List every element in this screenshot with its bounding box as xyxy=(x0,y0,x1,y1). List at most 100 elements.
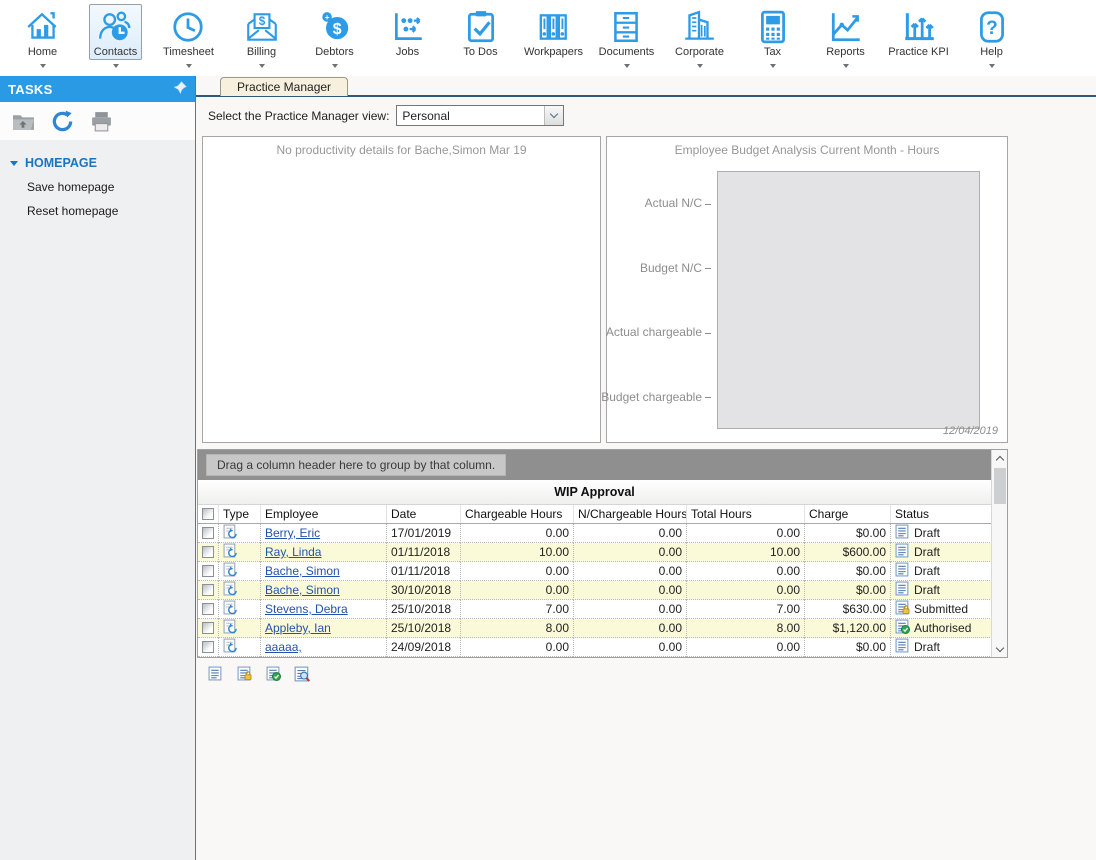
column-header-employee[interactable]: Employee xyxy=(260,505,386,523)
column-header-date[interactable]: Date xyxy=(386,505,460,523)
toolbar-item-tax[interactable]: Tax xyxy=(736,0,809,68)
view-select[interactable]: Personal xyxy=(396,105,564,126)
print-icon[interactable] xyxy=(90,111,113,132)
submitted-icon xyxy=(895,600,910,618)
tab-practice-manager[interactable]: Practice Manager xyxy=(220,77,348,96)
date-cell: 17/01/2019 xyxy=(386,524,460,543)
row-checkbox[interactable] xyxy=(202,603,214,615)
wip-type-icon xyxy=(223,600,238,618)
folder-icon[interactable] xyxy=(12,112,35,131)
employee-link[interactable]: Stevens, Debra xyxy=(265,602,348,616)
collapse-triangle-icon xyxy=(10,161,18,166)
row-checkbox[interactable] xyxy=(202,527,214,539)
toolbar-item-corporate[interactable]: Corporate xyxy=(663,0,736,68)
row-checkbox[interactable] xyxy=(202,584,214,596)
table-row[interactable]: Berry, Eric17/01/20190.000.000.00$0.00Dr… xyxy=(198,524,991,543)
column-header-chargeable-hours[interactable]: Chargeable Hours xyxy=(460,505,573,523)
sidebar-item-save-homepage[interactable]: Save homepage xyxy=(0,170,195,194)
row-checkbox[interactable] xyxy=(202,565,214,577)
toolbar-item-contacts[interactable]: Contacts xyxy=(79,0,152,68)
column-header-total-hours[interactable]: Total Hours xyxy=(686,505,804,523)
toolbar-item-billing[interactable]: $Billing xyxy=(225,0,298,68)
toolbar-item-to-dos[interactable]: To Dos xyxy=(444,0,517,60)
column-header-type[interactable]: Type xyxy=(218,505,260,523)
chevron-down-icon[interactable] xyxy=(332,64,338,68)
draft-action-button[interactable] xyxy=(205,665,225,685)
table-row[interactable]: Ray, Linda01/11/201810.000.0010.00$600.0… xyxy=(198,543,991,562)
practice-kpi-icon xyxy=(901,8,937,45)
n-chargeable-hours-cell: 0.00 xyxy=(573,638,686,657)
column-header-status[interactable]: Status xyxy=(890,505,990,523)
row-checkbox[interactable] xyxy=(202,622,214,634)
submitted-action-button[interactable] xyxy=(234,665,254,685)
chart-category-label: Budget chargeable xyxy=(601,390,711,404)
table-row[interactable]: Appleby, Ian25/10/20188.000.008.00$1,120… xyxy=(198,619,991,638)
chevron-down-icon[interactable] xyxy=(989,64,995,68)
sidebar-section-homepage[interactable]: HOMEPAGE xyxy=(0,156,195,170)
svg-text:?: ? xyxy=(986,17,998,38)
chevron-down-icon[interactable] xyxy=(843,64,849,68)
row-checkbox[interactable] xyxy=(202,641,214,653)
toolbar-item-documents[interactable]: Documents xyxy=(590,0,663,68)
review-action-button[interactable] xyxy=(292,665,312,685)
authorised-icon xyxy=(895,619,910,637)
column-header-charge[interactable]: Charge xyxy=(804,505,890,523)
chevron-down-icon xyxy=(995,643,1003,651)
employee-link[interactable]: Ray, Linda xyxy=(265,545,321,559)
chevron-down-icon[interactable] xyxy=(113,64,119,68)
type-cell xyxy=(218,619,260,638)
chevron-down-icon[interactable] xyxy=(697,64,703,68)
toolbar-item-label: Documents xyxy=(599,46,655,58)
toolbar-item-home[interactable]: Home xyxy=(6,0,79,68)
pin-icon[interactable] xyxy=(174,81,187,97)
toolbar-item-workpapers[interactable]: Workpapers xyxy=(517,0,590,60)
employee-link[interactable]: aaaaa, xyxy=(265,640,302,654)
type-cell xyxy=(218,562,260,581)
tab-strip: Practice Manager xyxy=(196,76,1096,97)
select-all-checkbox[interactable] xyxy=(202,508,214,520)
chevron-down-icon[interactable] xyxy=(40,64,46,68)
table-row[interactable]: Stevens, Debra25/10/20187.000.007.00$630… xyxy=(198,600,991,619)
sidebar-item-reset-homepage[interactable]: Reset homepage xyxy=(0,194,195,218)
content: TASKS HOMEPAGE Save homepage Reset homep… xyxy=(0,76,1096,860)
n-chargeable-hours-cell: 0.00 xyxy=(573,524,686,543)
wip-approval-table: Drag a column header here to group by th… xyxy=(197,449,1008,658)
toolbar-item-timesheet[interactable]: Timesheet xyxy=(152,0,225,68)
chevron-down-icon[interactable] xyxy=(770,64,776,68)
employee-link[interactable]: Berry, Eric xyxy=(265,526,320,540)
toolbar-item-jobs[interactable]: Jobs xyxy=(371,0,444,60)
toolbar-item-label: Practice KPI xyxy=(888,46,949,58)
wip-action-bar xyxy=(205,665,1096,685)
scroll-up-button[interactable] xyxy=(992,450,1008,466)
table-row[interactable]: Bache, Simon01/11/20180.000.000.00$0.00D… xyxy=(198,562,991,581)
employee-link[interactable]: Bache, Simon xyxy=(265,564,340,578)
total-hours-cell: 10.00 xyxy=(686,543,804,562)
n-chargeable-hours-cell: 0.00 xyxy=(573,543,686,562)
toolbar-item-debtors[interactable]: $+Debtors xyxy=(298,0,371,68)
chevron-down-icon[interactable] xyxy=(624,64,630,68)
row-checkbox[interactable] xyxy=(202,546,214,558)
chevron-down-icon[interactable] xyxy=(259,64,265,68)
scrollbar-thumb[interactable] xyxy=(994,468,1006,504)
budget-analysis-panel: Employee Budget Analysis Current Month -… xyxy=(606,136,1008,443)
column-header-n-chargeable-hours[interactable]: N/Chargeable Hours xyxy=(573,505,686,523)
employee-cell: Ray, Linda xyxy=(260,543,386,562)
employee-link[interactable]: Bache, Simon xyxy=(265,583,340,597)
scroll-down-button[interactable] xyxy=(992,641,1008,657)
todos-icon xyxy=(463,8,499,45)
view-select-button[interactable] xyxy=(544,106,563,125)
refresh-icon[interactable] xyxy=(51,110,74,133)
table-row[interactable]: Bache, Simon30/10/20180.000.000.00$0.00D… xyxy=(198,581,991,600)
chevron-down-icon[interactable] xyxy=(186,64,192,68)
employee-link[interactable]: Appleby, Ian xyxy=(265,621,331,635)
toolbar-item-reports[interactable]: Reports xyxy=(809,0,882,68)
table-row[interactable]: aaaaa,24/09/20180.000.000.00$0.00Draft xyxy=(198,638,991,657)
toolbar-item-help[interactable]: ?Help xyxy=(955,0,1028,68)
authorised-action-button[interactable] xyxy=(263,665,283,685)
draft-icon xyxy=(895,562,910,580)
vertical-scrollbar[interactable] xyxy=(991,450,1007,657)
status-cell: Submitted xyxy=(890,600,990,619)
draft-icon xyxy=(895,638,910,656)
date-cell: 01/11/2018 xyxy=(386,543,460,562)
toolbar-item-practice-kpi[interactable]: Practice KPI xyxy=(882,0,955,60)
